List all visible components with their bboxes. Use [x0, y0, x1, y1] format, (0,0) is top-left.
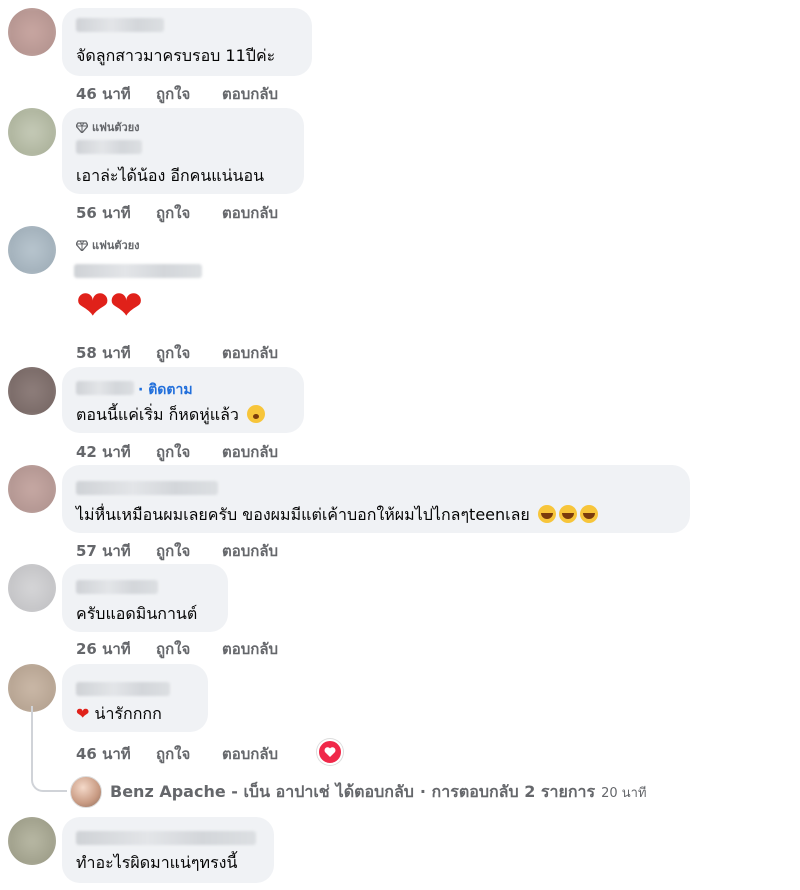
reply-link[interactable]: ตอบกลับ: [222, 440, 278, 464]
timestamp[interactable]: 57 นาที: [76, 539, 156, 563]
avatar[interactable]: [8, 367, 56, 415]
author-name-redacted[interactable]: [76, 18, 164, 32]
comment-actions: 26 นาที ถูกใจ ตอบกลับ: [76, 637, 278, 661]
reply-link[interactable]: ตอบกลับ: [222, 539, 278, 563]
comment-hearts: ❤❤: [76, 283, 144, 329]
comment-text-row: ❤ น่ารักกกก: [76, 702, 162, 727]
replier-avatar[interactable]: [70, 776, 102, 808]
comment-bubble: แฟนตัวยง เอาล่ะได้น้อง อีกคนแน่นอน: [62, 108, 304, 194]
diamond-icon: [76, 121, 88, 133]
like-link[interactable]: ถูกใจ: [156, 341, 222, 365]
comment-bubble: ทำอะไรผิดมาแน่ๆทรงนี้: [62, 817, 274, 883]
comment-text: จัดลูกสาวมาครบรอบ 11ปีค่ะ: [76, 46, 276, 65]
reply-link[interactable]: ตอบกลับ: [222, 201, 278, 225]
author-name-redacted[interactable]: [76, 481, 218, 495]
laughing-face-icon: [579, 505, 598, 523]
avatar[interactable]: [8, 108, 56, 156]
timestamp[interactable]: 26 นาที: [76, 637, 156, 661]
like-link[interactable]: ถูกใจ: [156, 539, 222, 563]
avatar[interactable]: [8, 564, 56, 612]
comment-text: ทำอะไรผิดมาแน่ๆทรงนี้: [76, 853, 238, 872]
timestamp[interactable]: 42 นาที: [76, 440, 156, 464]
comment-text-row: ตอนนี้แค่เริ่ม ก็หดหู่แล้ว: [76, 403, 265, 428]
avatar[interactable]: [8, 8, 56, 56]
author-name-redacted[interactable]: [76, 381, 134, 395]
comment-text: ไม่หื่นเหมือนผมเลยครับ ของผมมีแต่เค้าบอก…: [76, 505, 530, 524]
like-link[interactable]: ถูกใจ: [156, 201, 222, 225]
love-reaction-icon[interactable]: [317, 739, 343, 765]
avatar[interactable]: [8, 817, 56, 865]
follow-link[interactable]: · ติดตาม: [138, 379, 193, 401]
comment-actions: 46 นาที ถูกใจ ตอบกลับ: [76, 82, 278, 106]
replier-name[interactable]: Benz Apache - เบ็น อาปาเช่: [110, 780, 330, 805]
comment-actions: 46 นาที ถูกใจ ตอบกลับ: [76, 742, 278, 766]
avatar[interactable]: [8, 664, 56, 712]
author-name-redacted[interactable]: [76, 831, 256, 845]
top-fan-badge: แฟนตัวยง: [76, 118, 140, 136]
reply-link[interactable]: ตอบกลับ: [222, 637, 278, 661]
heart-icon: ❤: [76, 704, 90, 723]
reply-link[interactable]: ตอบกลับ: [222, 82, 278, 106]
author-name-redacted[interactable]: [76, 682, 170, 696]
laughing-face-icon: [558, 505, 577, 523]
comment-bubble: ❤ น่ารักกกก: [62, 664, 208, 732]
thread-connector: [31, 706, 67, 792]
like-link[interactable]: ถูกใจ: [156, 637, 222, 661]
like-link[interactable]: ถูกใจ: [156, 742, 222, 766]
author-name-redacted[interactable]: [74, 264, 202, 278]
top-fan-badge: แฟนตัวยง: [76, 236, 140, 254]
reply-link[interactable]: ตอบกลับ: [222, 341, 278, 365]
avatar[interactable]: [8, 465, 56, 513]
like-link[interactable]: ถูกใจ: [156, 82, 222, 106]
comment-actions: 42 นาที ถูกใจ ตอบกลับ: [76, 440, 278, 464]
reply-time: 20 นาที: [601, 785, 647, 801]
badge-label: แฟนตัวยง: [92, 121, 140, 134]
comment-actions: 57 นาที ถูกใจ ตอบกลับ: [76, 539, 278, 563]
comment-bubble: · ติดตาม ตอนนี้แค่เริ่ม ก็หดหู่แล้ว: [62, 367, 304, 433]
like-link[interactable]: ถูกใจ: [156, 440, 222, 464]
reply-action: ได้ตอบกลับ: [335, 781, 414, 801]
comment-actions: 58 นาที ถูกใจ ตอบกลับ: [76, 341, 278, 365]
timestamp[interactable]: 46 นาที: [76, 82, 156, 106]
comment-bubble: ไม่หื่นเหมือนผมเลยครับ ของผมมีแต่เค้าบอก…: [62, 465, 690, 533]
badge-label: แฟนตัวยง: [92, 239, 140, 252]
crying-face-icon: [246, 405, 265, 423]
author-name-redacted[interactable]: [76, 140, 142, 154]
comment-text: ครับแอดมินกานต์: [76, 604, 198, 623]
timestamp[interactable]: 58 นาที: [76, 341, 156, 365]
timestamp[interactable]: 56 นาที: [76, 201, 156, 225]
avatar[interactable]: [8, 226, 56, 274]
laughing-face-icon: [537, 505, 556, 523]
comment-bubble: ครับแอดมินกานต์: [62, 564, 228, 632]
comment-text-row: ไม่หื่นเหมือนผมเลยครับ ของผมมีแต่เค้าบอก…: [76, 503, 598, 528]
diamond-icon: [76, 239, 88, 251]
reply-summary[interactable]: Benz Apache - เบ็น อาปาเช่ ได้ตอบกลับ · …: [70, 776, 647, 808]
reply-count[interactable]: · การตอบกลับ 2 รายการ: [420, 780, 595, 805]
comment-text: เอาล่ะได้น้อง อีกคนแน่นอน: [76, 166, 265, 185]
author-name-redacted[interactable]: [76, 580, 158, 594]
comment-bubble: จัดลูกสาวมาครบรอบ 11ปีค่ะ: [62, 8, 312, 76]
timestamp[interactable]: 46 นาที: [76, 742, 156, 766]
comment-text: ตอนนี้แค่เริ่ม ก็หดหู่แล้ว: [76, 405, 239, 424]
comment-text: น่ารักกกก: [94, 704, 162, 723]
comment-actions: 56 นาที ถูกใจ ตอบกลับ: [76, 201, 278, 225]
reply-link[interactable]: ตอบกลับ: [222, 742, 278, 766]
